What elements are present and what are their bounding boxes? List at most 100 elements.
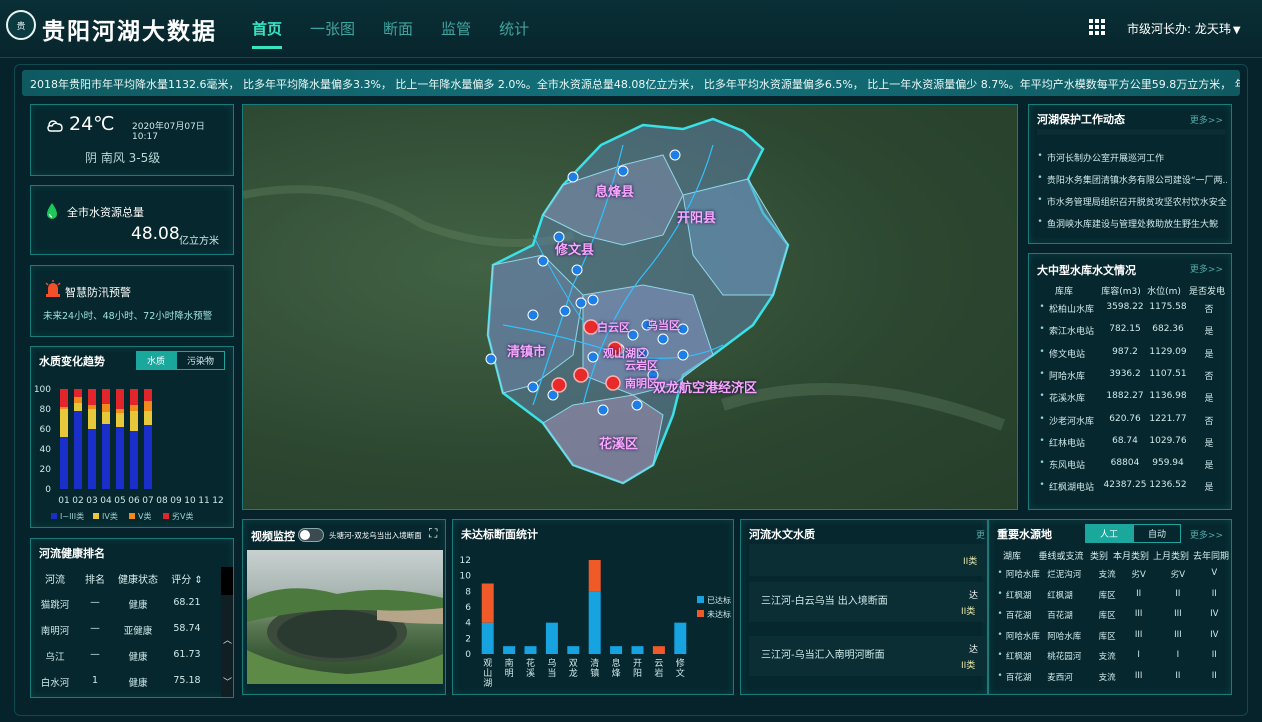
table-row[interactable]: 猫跳河 — 健康 68.21 — [31, 597, 233, 617]
health-status: 健康 — [128, 652, 148, 663]
hydro-row-clipped[interactable]: II类 — [749, 544, 987, 576]
tab-quality[interactable]: 水质 — [135, 351, 176, 370]
bar-segment — [481, 622, 494, 654]
health-table-header: 河流 排名 健康状态 评分 ⇕ — [31, 571, 233, 586]
unmet-section-chart: 0 2 4 6 8 10 12 观山湖 南明 花溪乌当 双龙清镇 息烽 开阳 云岩 修文 已达标未达标 — [460, 556, 731, 689]
table-row[interactable]: • 红枫湖电站 42387.25 1236.52 是 — [1029, 480, 1231, 496]
source-line: 阿哈水库 — [1047, 631, 1082, 642]
legend-swatch — [129, 513, 135, 519]
table-row[interactable]: 南明河 — 亚健康 58.74 — [31, 623, 233, 643]
x-tick-label: 07 — [142, 496, 153, 506]
reservoir-name: 修文电站 — [1049, 349, 1086, 360]
scroll-up-icon[interactable]: ︿ — [223, 633, 232, 646]
table-row[interactable]: • 花溪水库 1882.27 1136.98 是 — [1029, 391, 1231, 407]
map-label-baiyun[interactable]: 白云区 — [597, 319, 630, 335]
table-row[interactable]: • 百花湖 百花湖 库区 III III IV — [989, 609, 1231, 625]
map-label-xifeng[interactable]: 息烽县 — [595, 181, 634, 200]
nav-home[interactable]: 首页 — [252, 18, 283, 49]
main-nav: 首页 一张图 断面 监管 统计 — [252, 18, 557, 49]
scroll-down-icon[interactable]: ﹀ — [223, 675, 232, 688]
map-label-huaxi[interactable]: 花溪区 — [599, 433, 638, 452]
map-label-shuanglong[interactable]: 双龙航空港经济区 — [653, 377, 757, 396]
flood-warning-panel[interactable]: 智慧防汛预警 未来24小时、48小时、72小时降水预警 — [30, 265, 234, 337]
unmet-section-title: 未达标断面统计 — [461, 528, 538, 541]
x-tick-label: 当 — [547, 667, 556, 679]
map-label-xiuwen[interactable]: 修文县 — [555, 239, 594, 258]
news-item-text: 鱼洞峡水库建设与管理处救助放生野生大鲵 — [1047, 220, 1219, 230]
nav-supervision[interactable]: 监管 — [441, 18, 471, 39]
health-col-score[interactable]: 评分 ⇕ — [165, 571, 209, 586]
table-row[interactable]: • 红林电站 68.74 1029.76 是 — [1029, 436, 1231, 452]
source-year: II — [1211, 588, 1217, 599]
table-row[interactable]: • 红枫湖 桃花园河 支流 I I II — [989, 650, 1231, 666]
hydro-more-link[interactable]: 更 — [976, 528, 985, 541]
table-row[interactable]: • 东风电站 68804 959.94 是 — [1029, 458, 1231, 474]
bar-segment — [130, 411, 138, 431]
x-tick-label: 花 — [526, 657, 535, 669]
unmet-section-panel: 未达标断面统计 0 2 4 6 8 10 12 观山湖 南明 花溪乌当 双龙清镇 息烽 开阳 云岩 修文 已达… — [452, 519, 734, 695]
video-toggle[interactable] — [298, 528, 324, 542]
video-feed[interactable] — [247, 550, 443, 684]
x-tick-label: 云 — [654, 659, 663, 669]
reservoir-capacity: 3936.2 — [1109, 368, 1141, 379]
bar-segment — [74, 403, 82, 411]
water-source-more[interactable]: 更多>> — [1190, 528, 1223, 541]
nav-section[interactable]: 断面 — [383, 18, 413, 39]
source-year: II — [1211, 670, 1217, 681]
map-label-wudang[interactable]: 乌当区 — [647, 317, 680, 333]
source-month: 劣V — [1131, 570, 1146, 580]
table-row[interactable]: 白水河 1 健康 75.18 — [31, 675, 233, 695]
bar-segment — [524, 646, 537, 654]
reservoir-power: 是 — [1204, 461, 1214, 472]
list-item[interactable]: • 鱼洞峡水库建设与管理处救助放生野生大鲵 — [1037, 217, 1227, 233]
y-tick-label: 12 — [460, 556, 471, 566]
user-menu[interactable]: 市级河长办: 龙天玮 ▼ — [1127, 20, 1241, 37]
legend-swatch — [697, 596, 704, 603]
source-table-header: 湖库 垂线或支流 类别 本月类别 上月类别 去年同期 — [989, 549, 1231, 562]
source-line: 百花湖 — [1047, 611, 1073, 621]
table-row[interactable]: • 索江水电站 782.15 682.36 是 — [1029, 324, 1231, 340]
list-item[interactable]: • 市河长制办公室开展巡河工作 — [1037, 151, 1227, 167]
hydro-row-2[interactable]: 三江河-乌当汇入南明河断面 达 II类 — [749, 636, 987, 676]
table-row[interactable]: • 沙老河水库 620.76 1221.77 否 — [1029, 414, 1231, 430]
fullscreen-icon[interactable]: ⛶ — [429, 526, 441, 540]
nav-statistics[interactable]: 统计 — [499, 18, 529, 39]
news-more-link[interactable]: 更多>> — [1190, 113, 1223, 126]
x-tick-label: 文 — [676, 667, 685, 679]
source-type: 支流 — [1098, 652, 1116, 662]
x-tick-label: 乌 — [547, 657, 556, 669]
source-line: 桃花园河 — [1047, 652, 1082, 662]
health-scrollbar[interactable]: ︿ ﹀ — [221, 567, 233, 697]
table-row[interactable]: 乌江 — 健康 61.73 — [31, 649, 233, 669]
water-quality-panel: 水质变化趋势 水质 污染物 0 20 40 60 80 100 01 02 03 04 05 06 07… — [30, 346, 234, 528]
reservoir-capacity: 782.15 — [1109, 324, 1141, 335]
app-grid-icon[interactable] — [1089, 19, 1105, 35]
hydro-row-1[interactable]: 三江河-白云乌当 出入境断面 达 II类 — [749, 582, 987, 622]
res-col-level: 水位(m) — [1147, 287, 1181, 297]
hydro-row-2-name: 三江河-乌当汇入南明河断面 — [761, 650, 885, 661]
table-row[interactable]: • 阿哈水库 阿哈水库 库区 III III IV — [989, 630, 1231, 646]
source-line: 红枫湖 — [1047, 590, 1073, 601]
source-line: 麦西河 — [1047, 672, 1073, 683]
tab-manual[interactable]: 人工 — [1085, 524, 1134, 543]
table-row[interactable]: • 松柏山水库 3598.22 1175.58 否 — [1029, 302, 1231, 318]
map-view[interactable]: 息烽县 开阳县 修文县 清镇市 白云区 乌当区 云岩区 南明区 双龙航空港经济区… — [242, 104, 1018, 510]
tab-auto[interactable]: 自动 — [1133, 524, 1182, 543]
sort-icon: ⇕ — [194, 575, 203, 586]
map-label-qingzhen[interactable]: 清镇市 — [507, 341, 546, 360]
table-row[interactable]: • 修文电站 987.2 1129.09 是 — [1029, 347, 1231, 363]
map-label-guanshanhu[interactable]: 观山湖区 — [603, 345, 647, 361]
table-row[interactable]: • 百花湖 麦西河 支流 III II II — [989, 671, 1231, 687]
table-row[interactable]: • 阿哈水库 烂泥沟河 支流 劣V 劣V V — [989, 568, 1231, 584]
seal-text: 贵 — [16, 21, 26, 32]
reservoir-more-link[interactable]: 更多>> — [1190, 262, 1223, 275]
bar-segment — [102, 412, 110, 424]
map-label-kaiyang[interactable]: 开阳县 — [677, 207, 716, 226]
tab-pollutant[interactable]: 污染物 — [175, 351, 225, 370]
list-item[interactable]: • 市水务管理局组织召开脱贫攻坚农村饮水安全... — [1037, 195, 1227, 211]
table-row[interactable]: • 阿哈水库 3936.2 1107.51 否 — [1029, 369, 1231, 385]
list-item[interactable]: • 贵阳水务集团清镇水务有限公司建设“一厂两... — [1037, 173, 1227, 189]
source-lake: 阿哈水库 — [1005, 631, 1040, 642]
nav-map[interactable]: 一张图 — [310, 18, 355, 39]
table-row[interactable]: • 红枫湖 红枫湖 库区 II II II — [989, 589, 1231, 605]
